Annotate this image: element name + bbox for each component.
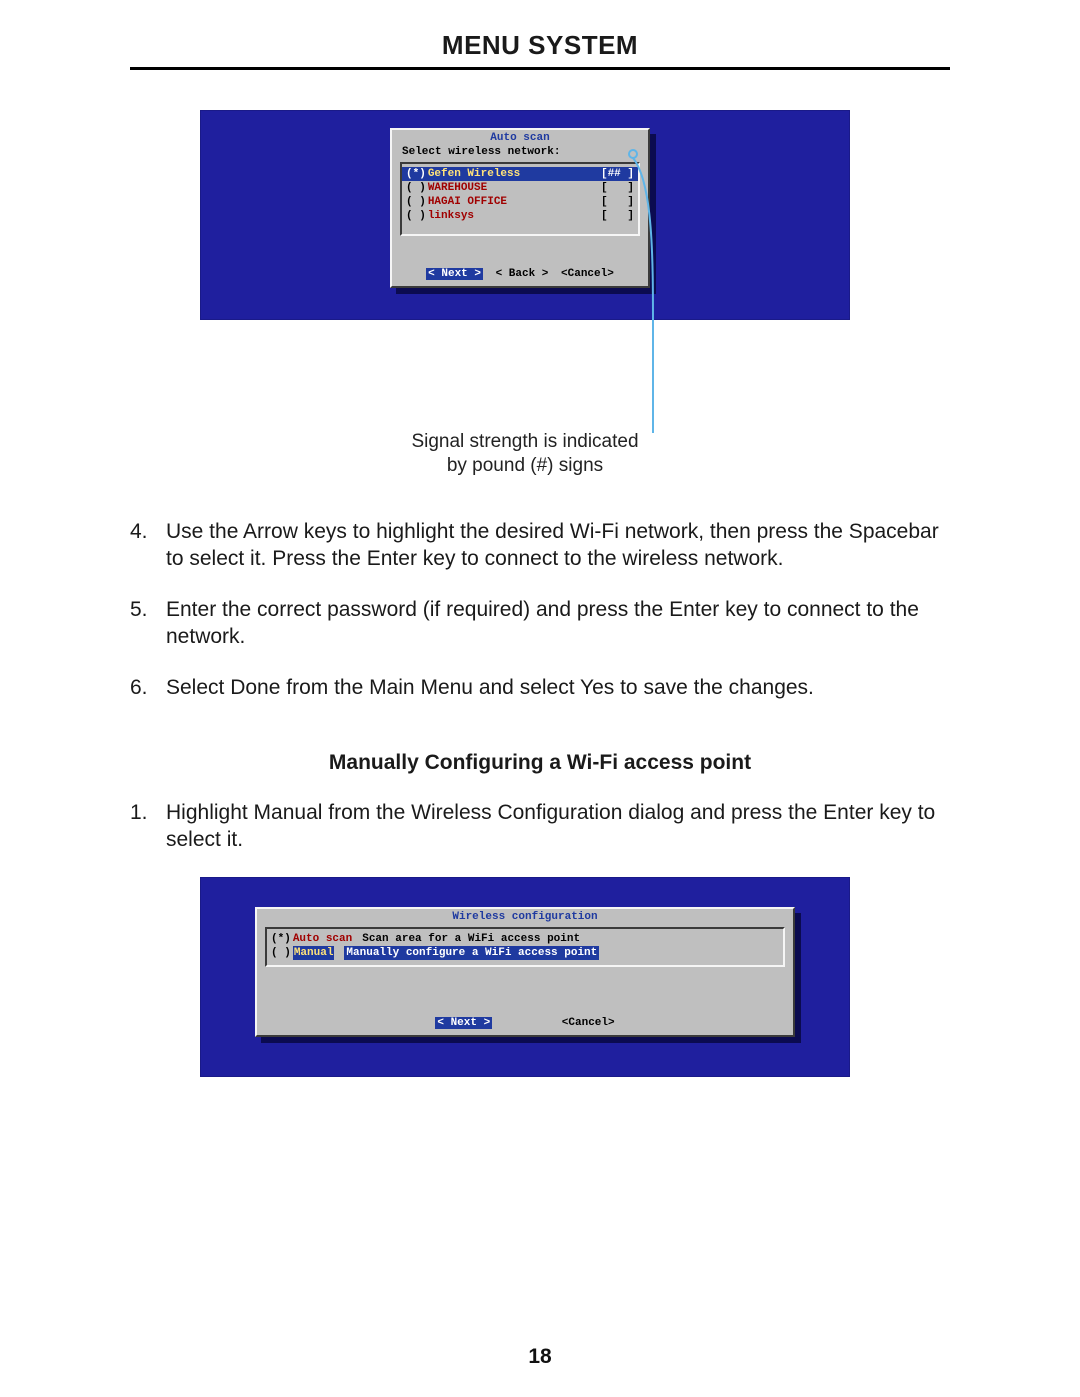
subheading: Manually Configuring a Wi-Fi access poin… bbox=[130, 751, 950, 775]
option-list: (*) Auto scan Scan area for a WiFi acces… bbox=[265, 927, 785, 967]
network-name: WAREHOUSE bbox=[428, 181, 487, 195]
option-label: Auto scan bbox=[293, 932, 352, 946]
step-number: 5. bbox=[130, 596, 166, 650]
signal-strength: [ ] bbox=[601, 209, 634, 223]
network-name: Gefen Wireless bbox=[428, 167, 520, 181]
signal-strength: [ ] bbox=[601, 181, 634, 195]
dialog-buttons: < Next > <Cancel> bbox=[257, 1017, 793, 1029]
step-text: Enter the correct password (if required)… bbox=[166, 596, 950, 650]
option-label: Manual bbox=[293, 946, 335, 960]
screenshot-bg: Auto scan Select wireless network: (*) G… bbox=[200, 110, 850, 320]
dialog-buttons: < Next > < Back > <Cancel> bbox=[392, 268, 648, 280]
cancel-button[interactable]: <Cancel> bbox=[561, 268, 614, 280]
radio-icon: (*) bbox=[271, 932, 291, 946]
option-row[interactable]: (*) Auto scan Scan area for a WiFi acces… bbox=[271, 932, 779, 946]
network-row[interactable]: ( ) HAGAI OFFICE [ ] bbox=[406, 195, 634, 209]
radio-icon: (*) bbox=[406, 167, 426, 181]
radio-icon: ( ) bbox=[406, 209, 426, 223]
option-row[interactable]: ( ) Manual Manually configure a WiFi acc… bbox=[271, 946, 779, 960]
page-number: 18 bbox=[0, 1345, 1080, 1369]
next-button[interactable]: < Next > bbox=[435, 1017, 492, 1029]
step: 4. Use the Arrow keys to highlight the d… bbox=[130, 518, 950, 572]
screenshot-wireless-config: Wireless configuration (*) Auto scan Sca… bbox=[200, 877, 950, 1077]
step: 1. Highlight Manual from the Wireless Co… bbox=[130, 799, 950, 853]
screenshot-bg: Wireless configuration (*) Auto scan Sca… bbox=[200, 877, 850, 1077]
network-row[interactable]: ( ) linksys [ ] bbox=[406, 209, 634, 223]
auto-scan-dialog: Auto scan Select wireless network: (*) G… bbox=[390, 128, 650, 288]
step-number: 4. bbox=[130, 518, 166, 572]
page: MENU SYSTEM Auto scan Select wireless ne… bbox=[0, 0, 1080, 1397]
wireless-config-dialog: Wireless configuration (*) Auto scan Sca… bbox=[255, 907, 795, 1037]
option-desc: Scan area for a WiFi access point bbox=[362, 932, 580, 946]
step-text: Select Done from the Main Menu and selec… bbox=[166, 674, 950, 701]
dialog-title: Wireless configuration bbox=[257, 911, 793, 923]
radio-icon: ( ) bbox=[406, 181, 426, 195]
step-number: 1. bbox=[130, 799, 166, 853]
network-name: HAGAI OFFICE bbox=[428, 195, 507, 209]
step-text: Use the Arrow keys to highlight the desi… bbox=[166, 518, 950, 572]
radio-icon: ( ) bbox=[406, 195, 426, 209]
page-title: MENU SYSTEM bbox=[130, 30, 950, 67]
step: 6. Select Done from the Main Menu and se… bbox=[130, 674, 950, 701]
dialog-title: Auto scan bbox=[392, 132, 648, 144]
callout-line2: by pound (#) signs bbox=[447, 455, 603, 476]
steps-list-b: 1. Highlight Manual from the Wireless Co… bbox=[130, 799, 950, 853]
next-button[interactable]: < Next > bbox=[426, 268, 483, 280]
network-name: linksys bbox=[428, 209, 474, 223]
option-desc: Manually configure a WiFi access point bbox=[344, 946, 599, 960]
radio-icon: ( ) bbox=[271, 946, 291, 960]
screenshot-auto-scan: Auto scan Select wireless network: (*) G… bbox=[200, 110, 950, 320]
cancel-button[interactable]: <Cancel> bbox=[562, 1017, 615, 1029]
network-list: (*) Gefen Wireless [## ] ( ) WAREHOUSE [… bbox=[400, 162, 640, 236]
callout-text: Signal strength is indicated by pound (#… bbox=[200, 430, 850, 478]
step-number: 6. bbox=[130, 674, 166, 701]
network-row[interactable]: (*) Gefen Wireless [## ] bbox=[402, 167, 638, 181]
title-rule bbox=[130, 67, 950, 70]
dialog-prompt: Select wireless network: bbox=[402, 146, 648, 158]
step: 5. Enter the correct password (if requir… bbox=[130, 596, 950, 650]
network-row[interactable]: ( ) WAREHOUSE [ ] bbox=[406, 181, 634, 195]
callout-line1: Signal strength is indicated bbox=[411, 431, 638, 452]
steps-list-a: 4. Use the Arrow keys to highlight the d… bbox=[130, 518, 950, 701]
signal-strength: [## ] bbox=[601, 167, 634, 181]
back-button[interactable]: < Back > bbox=[496, 268, 549, 280]
signal-strength: [ ] bbox=[601, 195, 634, 209]
step-text: Highlight Manual from the Wireless Confi… bbox=[166, 799, 950, 853]
